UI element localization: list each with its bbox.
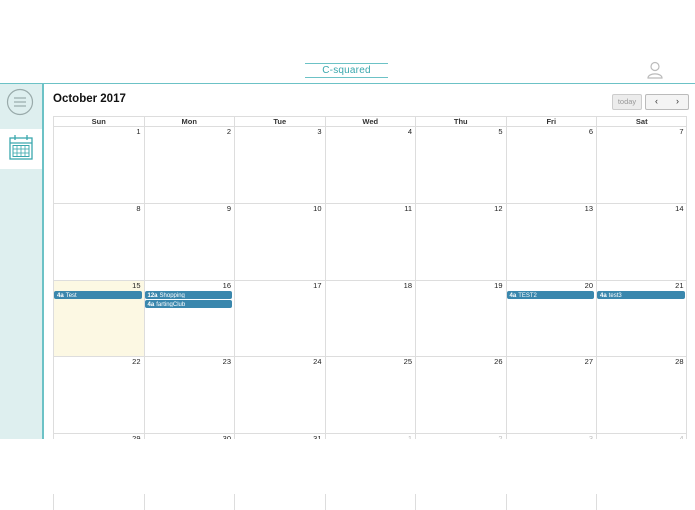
day-number[interactable]: 23 — [223, 357, 231, 366]
weekday-header: Thu — [415, 116, 506, 126]
day-cell[interactable]: 5 — [415, 126, 506, 203]
day-number[interactable]: 16 — [223, 281, 231, 290]
day-number[interactable]: 15 — [132, 281, 140, 290]
day-cell[interactable]: 2 — [143, 126, 234, 203]
day-number[interactable]: 4 — [408, 127, 412, 136]
day-cell[interactable]: 8 — [53, 202, 144, 280]
day-cell[interactable]: 14 — [596, 202, 687, 280]
event-time: 4a — [147, 301, 155, 308]
day-number[interactable]: 6 — [589, 127, 593, 136]
day-number[interactable]: 12 — [494, 204, 502, 213]
day-cell[interactable]: 26 — [415, 356, 506, 434]
calendar-event[interactable]: 12a Shopping — [144, 290, 232, 299]
event-title: test3 — [608, 292, 622, 299]
sidebar-item-calendar[interactable] — [0, 129, 42, 169]
day-number[interactable]: 2 — [227, 127, 231, 136]
weekday-header: Wed — [324, 116, 415, 126]
day-number[interactable]: 13 — [585, 204, 593, 213]
day-number[interactable]: 21 — [675, 281, 683, 290]
page-footer-space — [0, 439, 695, 494]
day-cell[interactable]: 19 — [415, 279, 506, 357]
weekday-header: Sun — [53, 116, 144, 126]
day-number[interactable]: 26 — [494, 357, 502, 366]
day-cell[interactable]: 6 — [505, 126, 596, 203]
today-button[interactable]: today — [612, 94, 642, 110]
calendar-event[interactable]: 4a test3 — [597, 290, 685, 299]
day-cell[interactable]: 7 — [596, 126, 687, 203]
day-number[interactable]: 1 — [136, 127, 140, 136]
day-number[interactable]: 3 — [317, 127, 321, 136]
next-month-button[interactable]: › — [667, 94, 689, 110]
day-number[interactable]: 20 — [585, 281, 593, 290]
weekday-header: Fri — [505, 116, 596, 126]
day-cell[interactable]: 28 — [596, 356, 687, 434]
day-cell[interactable]: 27 — [505, 356, 596, 434]
day-cell[interactable]: 23 — [143, 356, 234, 434]
weekday-header: Sat — [596, 116, 687, 126]
event-title: fartingClub — [156, 301, 186, 308]
calendar-event[interactable]: 4a Test — [54, 290, 142, 299]
day-cell[interactable]: 24 — [234, 356, 325, 434]
day-cell[interactable]: 9 — [143, 202, 234, 280]
calendar-event[interactable]: 4a fartingClub — [144, 299, 232, 308]
event-title: TEST2 — [518, 292, 537, 299]
day-cell[interactable]: 3 — [234, 126, 325, 203]
user-icon[interactable] — [645, 60, 665, 80]
day-number[interactable]: 17 — [313, 281, 321, 290]
brand-logo[interactable]: C-squared — [305, 63, 388, 78]
day-number[interactable]: 28 — [675, 357, 683, 366]
day-cell[interactable]: 4 — [324, 126, 415, 203]
day-number[interactable]: 18 — [404, 281, 412, 290]
day-cell[interactable]: 10 — [234, 202, 325, 280]
event-time: 12a — [147, 292, 158, 299]
day-cell[interactable]: 18 — [324, 279, 415, 357]
top-header: C-squared — [0, 0, 695, 84]
day-number[interactable]: 7 — [679, 127, 683, 136]
calendar-icon — [9, 135, 33, 160]
sidebar — [0, 84, 44, 439]
weekday-header: Mon — [143, 116, 234, 126]
event-time: 4a — [509, 292, 517, 299]
event-title: Test — [65, 292, 77, 299]
day-number[interactable]: 19 — [494, 281, 502, 290]
day-cell[interactable]: 11 — [324, 202, 415, 280]
day-number[interactable]: 10 — [313, 204, 321, 213]
day-cell[interactable]: 1 — [53, 126, 144, 203]
calendar-event[interactable]: 4a TEST2 — [506, 290, 594, 299]
day-number[interactable]: 8 — [136, 204, 140, 213]
day-cell[interactable]: 17 — [234, 279, 325, 357]
event-time: 4a — [600, 292, 607, 299]
day-number[interactable]: 22 — [132, 357, 140, 366]
day-number[interactable]: 24 — [313, 357, 321, 366]
day-number[interactable]: 9 — [227, 204, 231, 213]
day-cell[interactable]: 13 — [505, 202, 596, 280]
grid-border — [686, 116, 687, 439]
day-number[interactable]: 5 — [498, 127, 502, 136]
prev-month-button[interactable]: ‹ — [645, 94, 668, 110]
event-title: Shopping — [159, 292, 185, 299]
event-time: 4a — [57, 292, 64, 299]
day-cell[interactable]: 12 — [415, 202, 506, 280]
weekday-header: Tue — [234, 116, 325, 126]
calendar-title: October 2017 — [53, 93, 126, 105]
day-cell[interactable]: 25 — [324, 356, 415, 434]
day-number[interactable]: 14 — [675, 204, 683, 213]
day-number[interactable]: 27 — [585, 357, 593, 366]
day-number[interactable]: 25 — [404, 357, 412, 366]
day-number[interactable]: 11 — [404, 204, 412, 213]
hamburger-menu-icon[interactable] — [6, 88, 34, 116]
day-cell[interactable]: 22 — [53, 356, 144, 434]
